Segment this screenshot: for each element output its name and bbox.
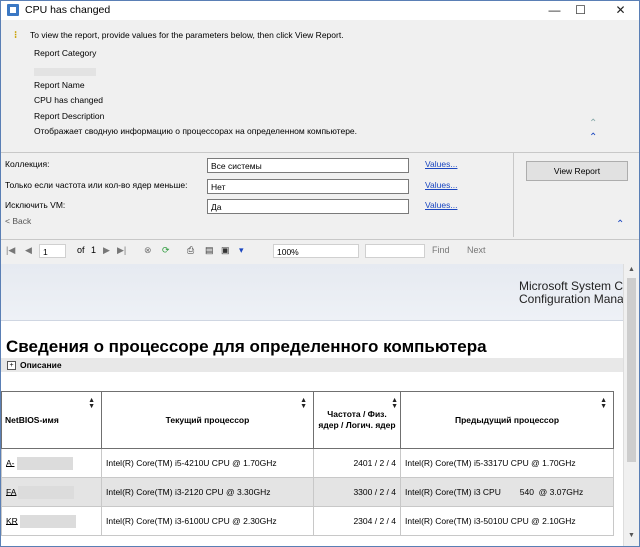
back-link[interactable]: < Back	[5, 216, 31, 226]
maximize-button[interactable]: ☐	[564, 1, 597, 20]
parameter-info-panel: ⁝ To view the report, provide values for…	[1, 20, 639, 152]
column-header-label: Текущий процессор	[165, 415, 250, 425]
netbios-cell[interactable]: FA	[1, 477, 102, 507]
redacted-name	[18, 485, 75, 499]
collapse-icon[interactable]: ⌃	[589, 132, 597, 143]
netbios-name[interactable]: KR	[6, 515, 18, 525]
scroll-up-icon[interactable]: ⌃	[589, 118, 597, 129]
window-title: CPU has changed	[25, 4, 111, 16]
previous-cpu-cell: Intel(R) Core(TM) i5-3317U CPU @ 1.70GHz	[400, 448, 614, 478]
scroll-up-arrow-icon[interactable]: ▲	[628, 266, 635, 273]
stop-icon[interactable]: ⊗	[144, 245, 152, 256]
collection-values-link[interactable]: Values...	[425, 159, 457, 169]
close-button[interactable]: ✕	[604, 1, 637, 20]
report-toolbar: |◀ ◀ 1 of 1 ▶ ▶| ⊗ ⟳ ⎙ ▤ ▣ ▾ 100% Find N…	[1, 239, 639, 265]
print-layout-icon[interactable]: ▤	[205, 245, 214, 256]
current-cpu-cell: Intel(R) Core(TM) i5-4210U CPU @ 1.70GHz	[101, 448, 314, 478]
exclude-vm-input[interactable]: Да	[207, 199, 409, 214]
column-header-label: NetBIOS-имя	[5, 415, 59, 425]
title-bar: CPU has changed — ☐ ✕	[1, 1, 639, 20]
report-description-value: Отображает сводную информацию о процессо…	[34, 126, 358, 136]
sort-icon[interactable]: ▲ ▼	[391, 397, 398, 410]
previous-cpu-cell: Intel(R) Core(TM) i3 CPU 540 @ 3.07GHz	[400, 477, 614, 507]
zoom-select[interactable]: 100%	[273, 244, 359, 258]
last-page-icon[interactable]: ▶|	[117, 245, 126, 256]
find-button[interactable]: Find	[432, 245, 450, 255]
report-viewer: Microsoft System C Configuration Mana Св…	[1, 264, 623, 546]
info-icon: ⁝	[14, 30, 18, 41]
param-label-collection: Коллекция:	[5, 159, 50, 169]
brand-text: Microsoft System C Configuration Mana	[519, 280, 623, 306]
table-row: FA Intel(R) Core(TM) i3-2120 CPU @ 3.30G…	[1, 477, 614, 507]
frequency-cell: 3300 / 2 / 4	[313, 477, 401, 507]
report-title: Сведения о процессоре для определенного …	[6, 337, 487, 356]
netbios-cell[interactable]: KR	[1, 506, 102, 536]
table-row: KR Intel(R) Core(TM) i3-6100U CPU @ 2.30…	[1, 506, 614, 536]
description-toggle[interactable]: + Описание	[1, 358, 623, 372]
column-header-label: Частота / Физ. ядер / Логич. ядер	[318, 409, 396, 430]
view-report-panel: View Report ⌃	[514, 153, 639, 237]
next-button[interactable]: Next	[467, 245, 486, 255]
current-cpu-cell: Intel(R) Core(TM) i3-2120 CPU @ 3.30GHz	[101, 477, 314, 507]
table-row: A- Intel(R) Core(TM) i5-4210U CPU @ 1.70…	[1, 448, 614, 478]
report-category-label: Report Category	[34, 48, 97, 58]
report-window: CPU has changed — ☐ ✕ ⁝ To view the repo…	[0, 0, 640, 547]
column-header-frequency[interactable]: Частота / Физ. ядер / Логич. ядер ▲ ▼	[313, 391, 401, 449]
parameters-area: Коллекция: Все системы Values... Только …	[1, 153, 513, 237]
scroll-down-arrow-icon[interactable]: ▼	[628, 532, 635, 539]
instruction-text: To view the report, provide values for t…	[30, 30, 344, 40]
column-header-current-cpu[interactable]: Текущий процессор ▲ ▼	[101, 391, 314, 449]
brand-line-2: Configuration Mana	[519, 292, 623, 306]
column-header-previous-cpu[interactable]: Предыдущий процессор ▲ ▼	[400, 391, 614, 449]
previous-page-icon[interactable]: ◀	[25, 245, 32, 256]
netbios-cell[interactable]: A-	[1, 448, 102, 478]
report-name-label: Report Name	[34, 80, 85, 90]
previous-cpu-cell: Intel(R) Core(TM) i3-5010U CPU @ 2.10GHz	[400, 506, 614, 536]
param-label-frequency: Только если частота или кол-во ядер мень…	[5, 180, 188, 190]
report-description-label: Report Description	[34, 111, 105, 121]
page-setup-icon[interactable]: ▣	[221, 245, 230, 256]
sort-icon[interactable]: ▲ ▼	[600, 397, 607, 410]
view-report-button[interactable]: View Report	[526, 161, 628, 181]
collection-input[interactable]: Все системы	[207, 158, 409, 173]
exclude-vm-values-link[interactable]: Values...	[425, 200, 457, 210]
expand-icon[interactable]: +	[7, 361, 16, 370]
column-header-netbios[interactable]: NetBIOS-имя ▲ ▼	[1, 391, 102, 449]
page-number-input[interactable]: 1	[39, 244, 66, 258]
current-cpu-cell: Intel(R) Core(TM) i3-6100U CPU @ 2.30GHz	[101, 506, 314, 536]
find-input[interactable]	[365, 244, 425, 258]
scrollbar-thumb[interactable]	[627, 278, 636, 462]
next-page-icon[interactable]: ▶	[103, 245, 110, 256]
first-page-icon[interactable]: |◀	[6, 245, 15, 256]
netbios-name[interactable]: A-	[6, 457, 15, 467]
refresh-icon[interactable]: ⟳	[162, 245, 170, 256]
description-toggle-label: Описание	[20, 360, 62, 370]
redacted-name	[16, 456, 73, 470]
vertical-scrollbar[interactable]: ▲ ▼	[623, 264, 639, 546]
table-header-row: NetBIOS-имя ▲ ▼ Текущий процессор ▲ ▼ Частот…	[1, 391, 614, 449]
report-category-value-redacted	[34, 68, 96, 76]
frequency-cell: 2304 / 2 / 4	[313, 506, 401, 536]
column-header-label: Предыдущий процессор	[454, 415, 560, 425]
of-label: of	[77, 245, 85, 255]
frequency-cell: 2401 / 2 / 4	[313, 448, 401, 478]
total-pages: 1	[91, 245, 97, 255]
report-banner: Microsoft System C Configuration Mana	[1, 264, 623, 321]
redacted-name	[19, 514, 76, 528]
frequency-filter-input[interactable]: Нет	[207, 179, 409, 194]
print-icon[interactable]: ⎙	[187, 245, 194, 256]
frequency-values-link[interactable]: Values...	[425, 180, 457, 190]
processor-table: NetBIOS-имя ▲ ▼ Текущий процессор ▲ ▼ Частот…	[1, 391, 614, 536]
export-icon[interactable]: ▾	[239, 245, 244, 256]
param-label-exclude-vm: Исключить VM:	[5, 200, 66, 210]
sort-icon[interactable]: ▲ ▼	[88, 397, 95, 410]
app-icon	[7, 4, 19, 16]
sort-icon[interactable]: ▲ ▼	[300, 397, 307, 410]
netbios-name[interactable]: FA	[6, 486, 16, 496]
collapse-params-icon[interactable]: ⌃	[616, 219, 624, 230]
report-name-value: CPU has changed	[34, 95, 103, 105]
